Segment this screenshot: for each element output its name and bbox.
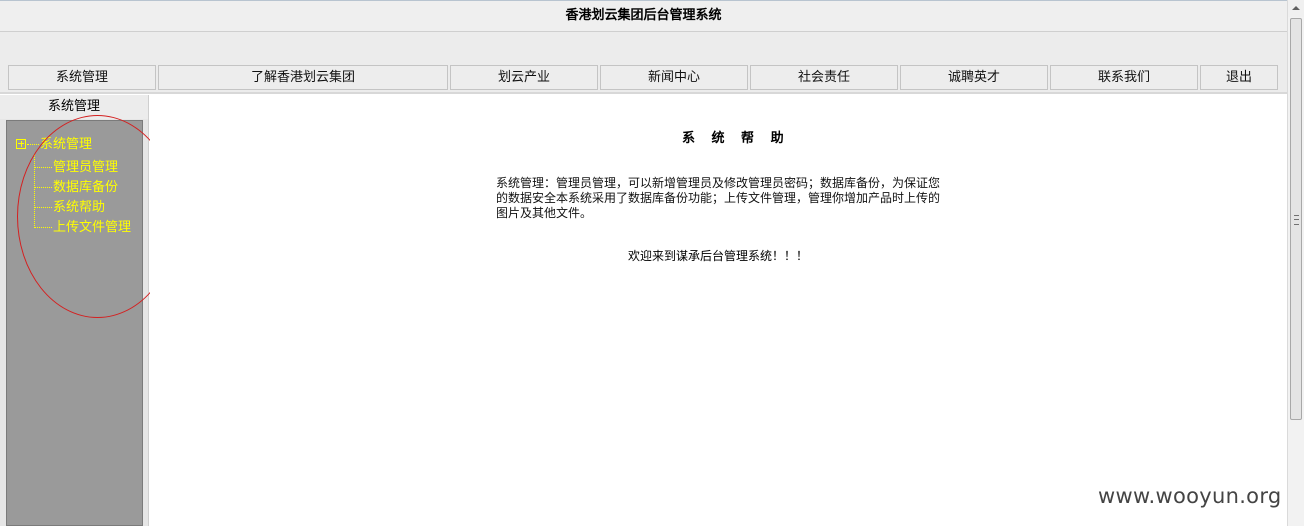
app-window: 香港划云集团后台管理系统 系统管理 了解香港划云集团 划云产业 新闻中心 社会责… xyxy=(0,0,1304,526)
scroll-up-arrow-icon[interactable] xyxy=(1288,0,1304,17)
grip-icon xyxy=(1294,215,1299,225)
page-title: 香港划云集团后台管理系统 xyxy=(0,0,1287,32)
nav-about-group[interactable]: 了解香港划云集团 xyxy=(158,65,448,90)
tree-connector xyxy=(34,167,52,168)
nav-contact-us[interactable]: 联系我们 xyxy=(1050,65,1198,90)
tree-item-label: 上传文件管理 xyxy=(53,220,132,235)
nav-logout[interactable]: 退出 xyxy=(1200,65,1278,90)
scroll-thumb[interactable] xyxy=(1290,18,1302,420)
tree-item-system-help[interactable]: 系统帮助 xyxy=(34,199,105,217)
sidebar-header: 系统管理 xyxy=(0,95,149,119)
nav-industries[interactable]: 划云产业 xyxy=(450,65,598,90)
tree-item-upload-file-management[interactable]: 上传文件管理 xyxy=(34,219,131,237)
content-area xyxy=(150,95,1287,526)
tree-item-label: 管理员管理 xyxy=(53,160,119,175)
main-frame: 香港划云集团后台管理系统 系统管理 了解香港划云集团 划云产业 新闻中心 社会责… xyxy=(0,0,1287,526)
tree-root-system-management[interactable]: 系统管理 xyxy=(16,137,92,153)
tree-root-label: 系统管理 xyxy=(40,137,93,152)
vertical-scrollbar[interactable] xyxy=(1287,0,1304,526)
expand-plus-icon[interactable] xyxy=(16,138,26,149)
tree-item-label: 数据库备份 xyxy=(53,180,119,195)
nav-news-center[interactable]: 新闻中心 xyxy=(600,65,748,90)
nav-careers[interactable]: 诚聘英才 xyxy=(900,65,1048,90)
tree-item-admin-management[interactable]: 管理员管理 xyxy=(34,159,118,177)
nav-system-management[interactable]: 系统管理 xyxy=(8,65,156,90)
tree-connector xyxy=(34,187,52,188)
tree-item-label: 系统帮助 xyxy=(53,200,106,215)
tree-connector xyxy=(34,207,52,208)
help-title: 系 统 帮 助 xyxy=(682,131,790,146)
tree-connector xyxy=(27,144,39,145)
welcome-message: 欢迎来到谋承后台管理系统！！！ xyxy=(628,249,809,263)
help-description: 系统管理：管理员管理，可以新增管理员及修改管理员密码；数据库备份，为保证您的数据… xyxy=(496,176,941,220)
tree-connector xyxy=(34,227,52,228)
tree-item-database-backup[interactable]: 数据库备份 xyxy=(34,179,118,197)
nav-social-responsibility[interactable]: 社会责任 xyxy=(750,65,898,90)
watermark: www.wooyun.org xyxy=(1098,484,1282,508)
